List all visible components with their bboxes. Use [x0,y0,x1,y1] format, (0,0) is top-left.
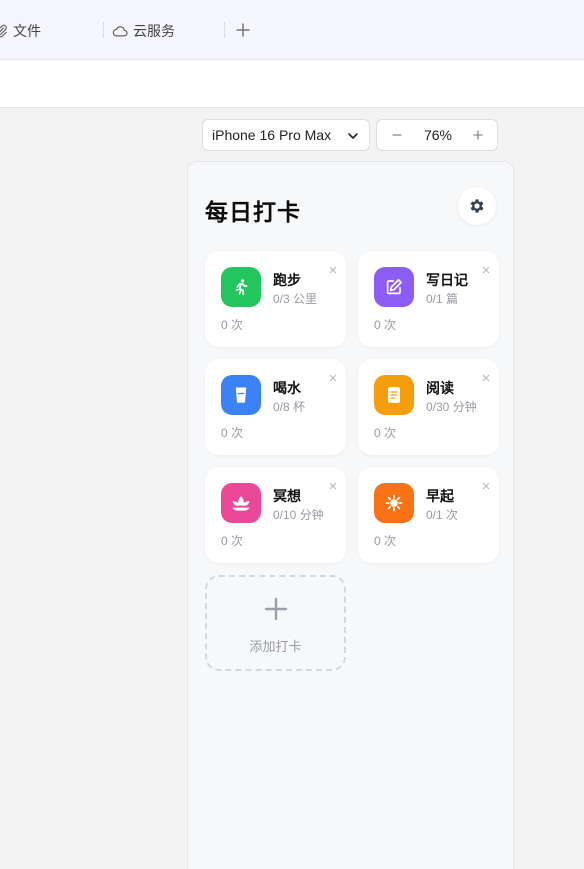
habit-name: 喝水 [273,380,301,396]
settings-button[interactable] [458,187,496,225]
new-tab-button[interactable] [234,21,252,39]
tab-cloud-label: 云服务 [133,23,175,39]
paperclip-icon [0,24,7,38]
habit-count: 0 次 [374,534,397,548]
habit-name: 冥想 [273,488,301,504]
habit-progress: 0/8 杯 [273,400,306,414]
habit-count: 0 次 [221,318,244,332]
habit-progress: 0/1 篇 [426,292,459,306]
tab-cloud[interactable]: 云服务 [112,19,175,43]
tab-divider [224,22,225,38]
zoom-level: 76% [423,127,453,143]
delete-habit-button[interactable]: × [326,263,340,278]
habit-count: 0 次 [374,318,397,332]
habit-count: 0 次 [221,534,244,548]
lotus-icon [221,483,261,523]
habit-card-meditation[interactable]: 冥想 0/10 分钟 0 次 × [205,467,346,563]
cloud-icon [112,26,128,37]
habit-card-reading[interactable]: 阅读 0/30 分钟 0 次 × [358,359,499,455]
gear-icon [470,199,484,213]
delete-habit-button[interactable]: × [326,371,340,386]
habit-card-running[interactable]: 跑步 0/3 公里 0 次 × [205,251,346,347]
delete-habit-button[interactable]: × [326,479,340,494]
book-icon [374,375,414,415]
habit-progress: 0/10 分钟 [273,508,324,522]
running-icon [221,267,261,307]
habit-count: 0 次 [221,426,244,440]
plus-icon [236,23,250,37]
page-title: 每日打卡 [205,199,301,225]
habit-name: 阅读 [426,380,454,396]
habit-progress: 0/30 分钟 [426,400,477,414]
plus-icon [264,597,288,621]
device-select[interactable]: iPhone 16 Pro Max [202,119,370,151]
tab-files-label: 文件 [13,23,41,39]
edit-icon [374,267,414,307]
tab-files[interactable]: 文件 [0,19,41,43]
address-strip [0,60,584,108]
add-habit-button[interactable]: 添加打卡 [205,575,346,671]
habit-name: 跑步 [273,272,301,288]
habit-card-early-rise[interactable]: 早起 0/1 次 0 次 × [358,467,499,563]
habit-card-water[interactable]: 喝水 0/8 杯 0 次 × [205,359,346,455]
delete-habit-button[interactable]: × [479,479,493,494]
phone-preview: 每日打卡 跑步 0/3 公里 0 次 × 写日记 0/1 篇 0 次 × 喝水 … [187,161,514,869]
habit-progress: 0/3 公里 [273,292,318,306]
habit-name: 早起 [426,488,454,504]
habit-count: 0 次 [374,426,397,440]
delete-habit-button[interactable]: × [479,371,493,386]
habit-card-journal[interactable]: 写日记 0/1 篇 0 次 × [358,251,499,347]
zoom-out-button[interactable] [389,127,405,143]
zoom-in-button[interactable] [470,127,486,143]
add-habit-label: 添加打卡 [249,639,302,654]
habit-name: 写日记 [426,272,468,288]
tab-divider [103,22,104,38]
habit-progress: 0/1 次 [426,508,459,522]
cup-icon [221,375,261,415]
delete-habit-button[interactable]: × [479,263,493,278]
device-select-value: iPhone 16 Pro Max [212,127,332,143]
zoom-control: 76% [376,119,498,151]
chevron-down-icon [348,133,358,139]
browser-tab-bar: 文件 云服务 [0,0,584,60]
sun-icon [374,483,414,523]
